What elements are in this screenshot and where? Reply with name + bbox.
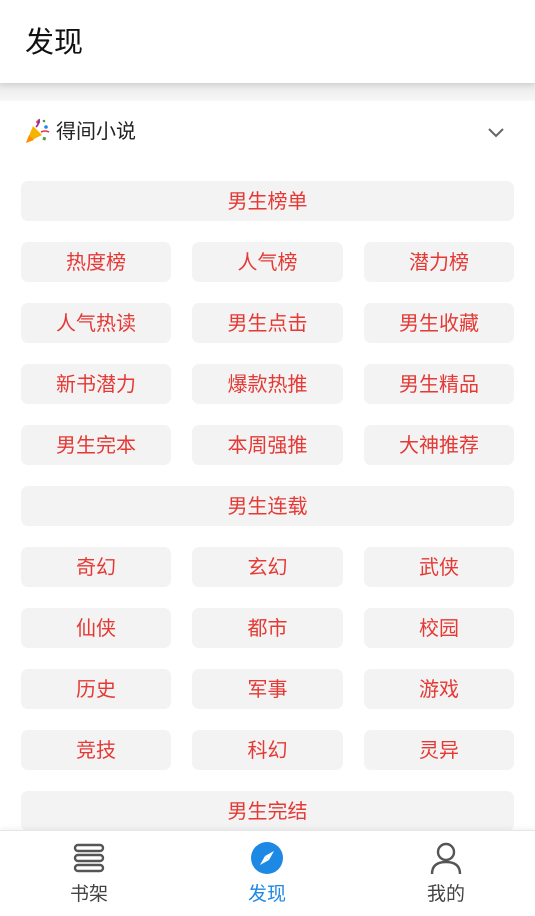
- category-chip[interactable]: 玄幻: [192, 547, 343, 587]
- category-chip[interactable]: 军事: [192, 669, 343, 709]
- category-chip[interactable]: 竞技: [21, 730, 171, 770]
- category-chip[interactable]: 热度榜: [21, 242, 171, 282]
- category-chip[interactable]: 新书潜力: [21, 364, 171, 404]
- section-header[interactable]: 男生榜单: [21, 181, 514, 221]
- bottom-navigation: 书架 发现 我的: [0, 830, 535, 916]
- category-list: 男生榜单热度榜 人气榜 潜力榜人气热读 男生点击 男生收藏新书潜力 爆款热推 男生精品男生完…: [0, 161, 535, 830]
- category-chip[interactable]: 校园: [364, 608, 514, 648]
- category-chip[interactable]: 男生收藏: [364, 303, 514, 343]
- category-chip[interactable]: 男生精品: [364, 364, 514, 404]
- nav-label-mine: 我的: [426, 883, 465, 905]
- category-chip[interactable]: 历史: [21, 669, 171, 709]
- section-header[interactable]: 男生连载: [21, 486, 514, 526]
- category-chip[interactable]: 人气榜: [192, 242, 343, 282]
- user-icon: [430, 842, 462, 875]
- nav-item-discover[interactable]: 发现: [178, 831, 356, 916]
- source-name: 得间小说: [56, 119, 136, 143]
- category-chip[interactable]: 爆款热推: [192, 364, 343, 404]
- nav-label-bookshelf: 书架: [69, 883, 108, 905]
- category-chip[interactable]: 武侠: [364, 547, 514, 587]
- category-chip[interactable]: 潜力榜: [364, 242, 514, 282]
- category-chip[interactable]: 本周强推: [192, 425, 343, 465]
- category-chip[interactable]: 男生完本: [21, 425, 171, 465]
- party-popper-icon: [26, 118, 50, 143]
- source-selector[interactable]: 得间小说: [0, 101, 535, 161]
- nav-label-discover: 发现: [247, 883, 286, 905]
- category-chip[interactable]: 都市: [192, 608, 343, 648]
- category-chip[interactable]: 仙侠: [21, 608, 171, 648]
- category-chip[interactable]: 灵异: [364, 730, 514, 770]
- nav-item-mine[interactable]: 我的: [357, 831, 535, 916]
- page-title: 发现: [25, 25, 84, 59]
- category-chip[interactable]: 大神推荐: [364, 425, 514, 465]
- nav-item-bookshelf[interactable]: 书架: [0, 831, 178, 916]
- compass-icon: [251, 842, 283, 874]
- app-header: 发现: [0, 0, 535, 83]
- section-header[interactable]: 男生完结: [21, 791, 514, 830]
- header-divider: [0, 83, 535, 101]
- category-chip[interactable]: 奇幻: [21, 547, 171, 587]
- chevron-down-icon[interactable]: [485, 121, 507, 143]
- category-chip[interactable]: 人气热读: [21, 303, 171, 343]
- category-chip[interactable]: 男生点击: [192, 303, 343, 343]
- bookshelf-icon: [73, 843, 105, 873]
- category-chip[interactable]: 科幻: [192, 730, 343, 770]
- category-chip[interactable]: 游戏: [364, 669, 514, 709]
